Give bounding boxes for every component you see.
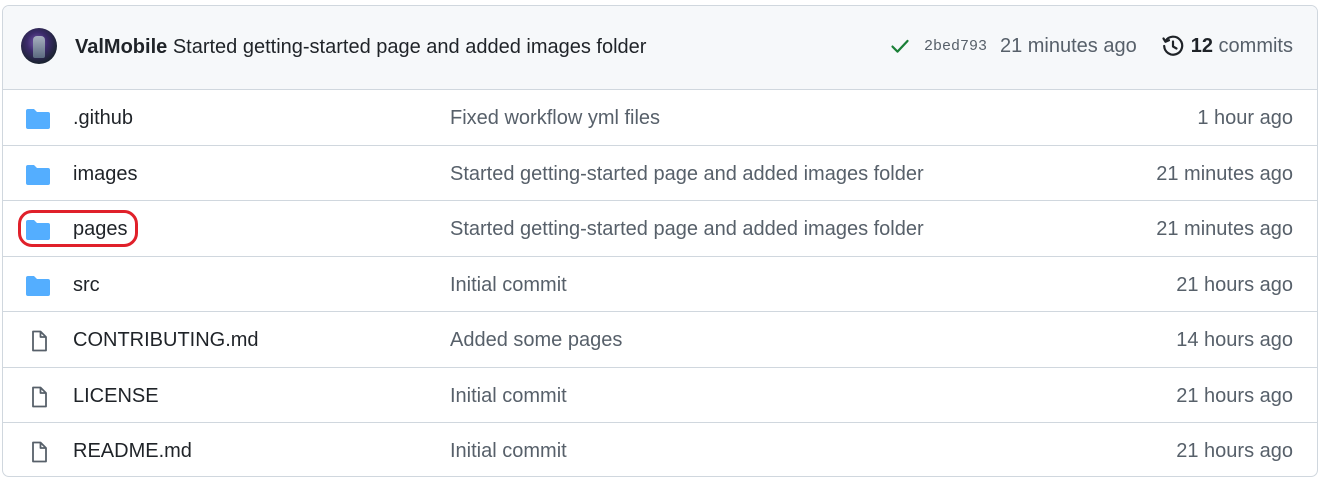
file-commit-time: 21 hours ago: [1176, 273, 1293, 296]
file-commit-message[interactable]: Added some pages: [450, 329, 622, 352]
commit-author[interactable]: ValMobile: [75, 36, 167, 58]
latest-commit-bar: ValMobile Started getting-started page a…: [3, 6, 1317, 90]
file-commit-message[interactable]: Fixed workflow yml files: [450, 107, 660, 130]
file-name[interactable]: README.md: [73, 440, 192, 463]
folder-icon: [26, 164, 50, 185]
file-commit-time: 21 hours ago: [1176, 384, 1293, 407]
folder-icon: [26, 275, 50, 296]
commit-summary: ValMobile Started getting-started page a…: [75, 36, 646, 59]
author-avatar[interactable]: [21, 28, 57, 64]
file-commit-time: 21 minutes ago: [1156, 162, 1293, 185]
file-row-images[interactable]: images Started getting-started page and …: [3, 146, 1317, 201]
file-commit-time: 14 hours ago: [1176, 329, 1293, 351]
file-list: ValMobile Started getting-started page a…: [2, 5, 1318, 477]
commit-time: 21 minutes ago: [999, 34, 1137, 57]
file-row-src[interactable]: src Initial commit 21 hours ago: [3, 257, 1317, 312]
file-icon: [32, 441, 47, 463]
file-name[interactable]: images: [73, 163, 137, 186]
commit-sha-link[interactable]: 2bed793: [924, 38, 987, 55]
file-commit-time: 21 hours ago: [1176, 440, 1293, 462]
file-name[interactable]: src: [73, 274, 100, 297]
file-commit-message[interactable]: Initial commit: [450, 440, 567, 463]
file-commit-time: 1 hour ago: [1197, 107, 1293, 129]
file-name[interactable]: LICENSE: [73, 385, 159, 408]
file-commit-message[interactable]: Initial commit: [450, 385, 567, 408]
folder-icon: [26, 109, 50, 129]
file-name[interactable]: CONTRIBUTING.md: [73, 329, 259, 352]
file-icon: [32, 386, 47, 407]
commit-meta: 2bed793 21 minutes ago 12 commits: [890, 34, 1293, 58]
file-row-contributing[interactable]: CONTRIBUTING.md Added some pages 14 hour…: [3, 312, 1317, 368]
file-commit-message[interactable]: Started getting-started page and added i…: [450, 218, 924, 241]
file-commit-message[interactable]: Initial commit: [450, 274, 567, 297]
file-name[interactable]: pages: [73, 218, 128, 241]
file-row-readme[interactable]: README.md Initial commit 21 hours ago: [3, 423, 1317, 476]
file-name[interactable]: .github: [73, 107, 133, 130]
file-commit-message[interactable]: Started getting-started page and added i…: [450, 163, 924, 186]
file-commit-time: 21 minutes ago: [1156, 218, 1293, 240]
file-icon: [32, 330, 47, 352]
commit-count: 12: [1190, 34, 1213, 57]
history-icon: [1162, 35, 1183, 56]
file-row-license[interactable]: LICENSE Initial commit 21 hours ago: [3, 368, 1317, 423]
file-row-github[interactable]: .github Fixed workflow yml files 1 hour …: [3, 90, 1317, 146]
file-rows: .github Fixed workflow yml files 1 hour …: [3, 90, 1317, 476]
commits-label: commits: [1218, 34, 1293, 57]
file-row-pages[interactable]: pages Started getting-started page and a…: [3, 201, 1317, 257]
check-icon[interactable]: [890, 36, 910, 56]
folder-icon: [26, 220, 50, 240]
commits-link[interactable]: 12 commits: [1191, 35, 1293, 58]
commit-message[interactable]: Started getting-started page and added i…: [173, 36, 647, 58]
